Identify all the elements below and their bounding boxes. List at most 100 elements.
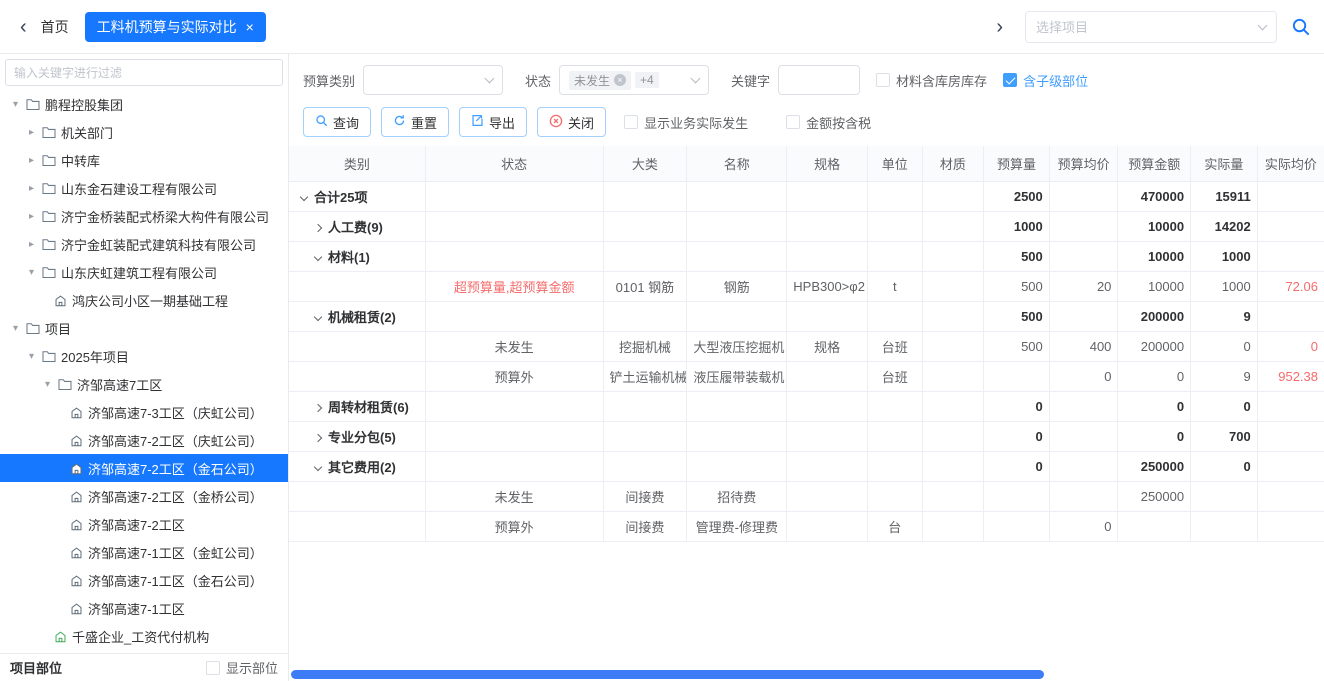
budget-type-label: 预算类别 (303, 71, 355, 90)
project-select[interactable]: 选择项目 (1025, 11, 1277, 43)
tree-item[interactable]: ▾项目 (0, 314, 288, 342)
tree-item[interactable]: 济邹高速7-2工区（金石公司） (0, 454, 288, 482)
horizontal-scrollbar[interactable] (291, 670, 1322, 679)
tree-item[interactable]: 千盛企业_工资代付机构 (0, 622, 288, 650)
cell-name: 大型液压挖掘机 (687, 331, 787, 361)
row-collapse-icon[interactable] (314, 312, 322, 320)
tree-item[interactable]: 济邹高速7-2工区（金桥公司） (0, 482, 288, 510)
tag-close-icon[interactable]: × (614, 74, 626, 86)
table-row[interactable]: 机械租赁(2)5002000009 (289, 301, 1324, 331)
tree-item-label: 济邹高速7-1工区（金石公司） (88, 571, 263, 590)
table-row[interactable]: 其它费用(2)02500000 (289, 451, 1324, 481)
column-header[interactable]: 材质 (922, 146, 984, 181)
tree-collapse-icon[interactable]: ▾ (26, 351, 37, 362)
tree-expand-icon[interactable]: ▸ (26, 155, 37, 166)
tree-item-label: 机关部门 (61, 123, 113, 142)
tree-item[interactable]: 济邹高速7-1工区 (0, 594, 288, 622)
table-row[interactable]: 预算外间接费管理费-修理费台0 (289, 511, 1324, 541)
tab-close-icon[interactable]: × (246, 20, 254, 34)
tree-item[interactable]: 鸿庆公司小区一期基础工程 (0, 286, 288, 314)
cell-value: 0 (1244, 459, 1251, 474)
tree-item[interactable]: ▾2025年项目 (0, 342, 288, 370)
include-sub-checkbox[interactable]: 含子级部位 (1003, 71, 1088, 90)
tree-filter-input[interactable] (5, 59, 283, 86)
tree-collapse-icon[interactable]: ▾ (42, 379, 53, 390)
tree-item[interactable]: 济邹高速7-1工区（金石公司） (0, 566, 288, 594)
reset-button[interactable]: 重置 (381, 107, 449, 137)
tree-item[interactable]: 济邹高速7-1工区（金虹公司） (0, 538, 288, 566)
material-stock-checkbox[interactable]: 材料含库房库存 (876, 71, 987, 90)
cell-spec: 规格 (787, 331, 868, 361)
tree-expand-icon[interactable]: ▸ (26, 127, 37, 138)
back-chevron-icon[interactable]: ‹ (14, 17, 33, 37)
scrollbar-thumb[interactable] (291, 670, 1044, 679)
column-header[interactable]: 状态 (425, 146, 603, 181)
cell-budget-price: 400 (1049, 331, 1118, 361)
row-expand-icon[interactable] (314, 433, 322, 441)
tree-item[interactable]: ▾济邹高速7工区 (0, 370, 288, 398)
tree-expand-icon[interactable]: ▸ (26, 239, 37, 250)
close-button[interactable]: 关闭 (537, 107, 606, 137)
show-parts-checkbox[interactable]: 显示部位 (206, 658, 278, 677)
export-button[interactable]: 导出 (459, 107, 527, 137)
status-tag: 未发生 × (569, 71, 631, 90)
cell-actual-qty: 9 (1191, 361, 1258, 391)
table-row[interactable]: 材料(1)500100001000 (289, 241, 1324, 271)
cell-value: 0 (1244, 339, 1251, 354)
cell-budget-qty: 500 (984, 331, 1050, 361)
status-select[interactable]: 未发生 × +4 (559, 65, 709, 95)
table-row[interactable]: 预算外铲土运输机械液压履带装载机台班009952.38 (289, 361, 1324, 391)
tree-item[interactable]: ▸济宁金虹装配式建筑科技有限公司 (0, 230, 288, 258)
keyword-input[interactable] (778, 65, 860, 95)
tree-item[interactable]: ▾鹏程控股集团 (0, 90, 288, 118)
tree-item[interactable]: ▸ 机关部门 (0, 118, 288, 146)
table-row[interactable]: 周转材租赁(6)000 (289, 391, 1324, 421)
cell-name: 液压履带装载机 (687, 361, 787, 391)
tree-item[interactable]: ▾山东庆虹建筑工程有限公司 (0, 258, 288, 286)
column-header[interactable]: 规格 (787, 146, 868, 181)
tree-collapse-icon[interactable]: ▾ (10, 323, 21, 334)
tree-item[interactable]: ▸中转库 (0, 146, 288, 174)
table-row[interactable]: 人工费(9)10001000014202 (289, 211, 1324, 241)
row-collapse-icon[interactable] (314, 252, 322, 260)
forward-chevron-icon[interactable]: › (990, 17, 1009, 37)
column-header[interactable]: 单位 (868, 146, 923, 181)
column-header[interactable]: 大类 (603, 146, 687, 181)
query-button[interactable]: 查询 (303, 107, 371, 137)
tab-home[interactable]: 首页 (41, 17, 69, 37)
row-expand-icon[interactable] (314, 403, 322, 411)
column-header[interactable]: 预算金额 (1118, 146, 1191, 181)
tree-item[interactable]: ▸济宁金桥装配式桥梁大构件有限公司 (0, 202, 288, 230)
tax-checkbox[interactable]: 金额按含税 (786, 113, 871, 132)
show-actual-checkbox[interactable]: 显示业务实际发生 (624, 113, 748, 132)
tree-collapse-icon[interactable]: ▾ (10, 99, 21, 110)
tree-collapse-icon[interactable]: ▾ (26, 267, 37, 278)
search-icon[interactable] (1291, 17, 1310, 36)
column-header[interactable]: 预算均价 (1049, 146, 1118, 181)
budget-type-select[interactable] (363, 65, 503, 95)
row-expand-icon[interactable] (314, 223, 322, 231)
column-header[interactable]: 预算量 (984, 146, 1050, 181)
cell-value: 0101 钢筋 (616, 280, 675, 295)
column-header[interactable]: 名称 (687, 146, 787, 181)
cell-material (922, 391, 984, 421)
row-collapse-icon[interactable] (300, 192, 308, 200)
table-row[interactable]: 超预算量,超预算金额0101 钢筋钢筋HPB300>φ2t50020100001… (289, 271, 1324, 301)
row-collapse-icon[interactable] (314, 462, 322, 470)
tree-expand-icon[interactable]: ▸ (26, 183, 37, 194)
column-header[interactable]: 实际均价 (1257, 146, 1324, 181)
column-header[interactable]: 实际量 (1191, 146, 1258, 181)
tab-active[interactable]: 工料机预算与实际对比 × (85, 12, 266, 42)
table-row[interactable]: 专业分包(5)00700 (289, 421, 1324, 451)
tree-item[interactable]: 济邹高速7-2工区（庆虹公司） (0, 426, 288, 454)
table-row[interactable]: 未发生挖掘机械大型液压挖掘机规格台班50040020000000 (289, 331, 1324, 361)
tree-expand-icon[interactable]: ▸ (26, 211, 37, 222)
tree-item[interactable]: 济邹高速7-3工区（庆虹公司） (0, 398, 288, 426)
tree-item[interactable]: 济邹高速7-2工区 (0, 510, 288, 538)
toolbar: 查询 重置 导出 关闭 显示业务实际发生 (289, 98, 1324, 146)
column-header[interactable]: 类别 (289, 146, 425, 181)
table-row[interactable]: 合计25项250047000015911 (289, 181, 1324, 211)
tree-item[interactable]: ▸山东金石建设工程有限公司 (0, 174, 288, 202)
table-row[interactable]: 未发生间接费招待费250000 (289, 481, 1324, 511)
app-window: ‹ 首页 工料机预算与实际对比 × › 选择项目 ▾鹏程控股集团 ▸ 机关部门 ▸中转… (0, 0, 1324, 681)
